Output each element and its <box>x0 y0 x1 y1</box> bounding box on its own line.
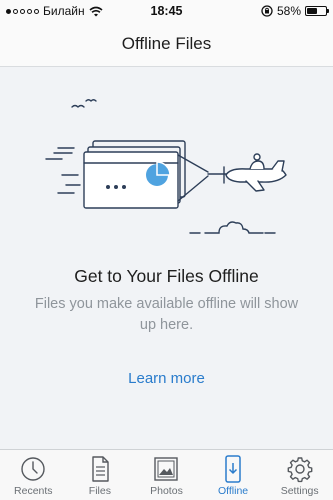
empty-state-subtitle: Files you make available offline will sh… <box>34 296 299 333</box>
bird-icon <box>85 99 97 102</box>
tab-label: Settings <box>280 485 319 497</box>
carrier-name: Билайн <box>43 4 85 18</box>
bird-icon <box>71 104 85 108</box>
status-bar: Билайн 18:45 58% <box>0 0 333 22</box>
offline-illustration <box>45 99 287 234</box>
signal-dots-icon <box>6 8 39 14</box>
tab-recents[interactable]: Recents <box>0 450 67 500</box>
photo-icon <box>154 457 179 481</box>
phone-download-icon <box>225 455 241 483</box>
tab-files[interactable]: Files <box>67 450 134 500</box>
tab-settings[interactable]: Settings <box>266 450 333 500</box>
tab-label: Offline <box>217 485 249 497</box>
tab-photos[interactable]: Photos <box>133 450 200 500</box>
tab-offline[interactable]: Offline <box>200 450 267 500</box>
tab-label: Recents <box>14 485 53 497</box>
airplane-icon <box>223 153 287 192</box>
tab-label: Photos <box>150 485 183 497</box>
cloud-icon <box>204 221 264 234</box>
empty-state-heading: Get to Your Files Offline <box>74 266 259 286</box>
clock-icon <box>21 457 45 481</box>
nav-bar: Offline Files <box>0 22 333 67</box>
battery-percent: 58% <box>276 4 301 18</box>
status-left: Билайн <box>0 4 103 18</box>
battery-icon <box>305 6 329 16</box>
learn-more-link[interactable]: Learn more <box>0 370 333 387</box>
status-right: 58% <box>261 4 333 18</box>
document-icon <box>92 456 109 482</box>
orientation-lock-icon <box>261 5 273 17</box>
gear-icon <box>287 457 313 483</box>
page-title: Offline Files <box>121 34 212 53</box>
tab-label: Files <box>88 485 111 497</box>
tab-bar: Recents Files Photos Offline Settings <box>0 449 333 500</box>
wifi-icon <box>89 6 103 16</box>
